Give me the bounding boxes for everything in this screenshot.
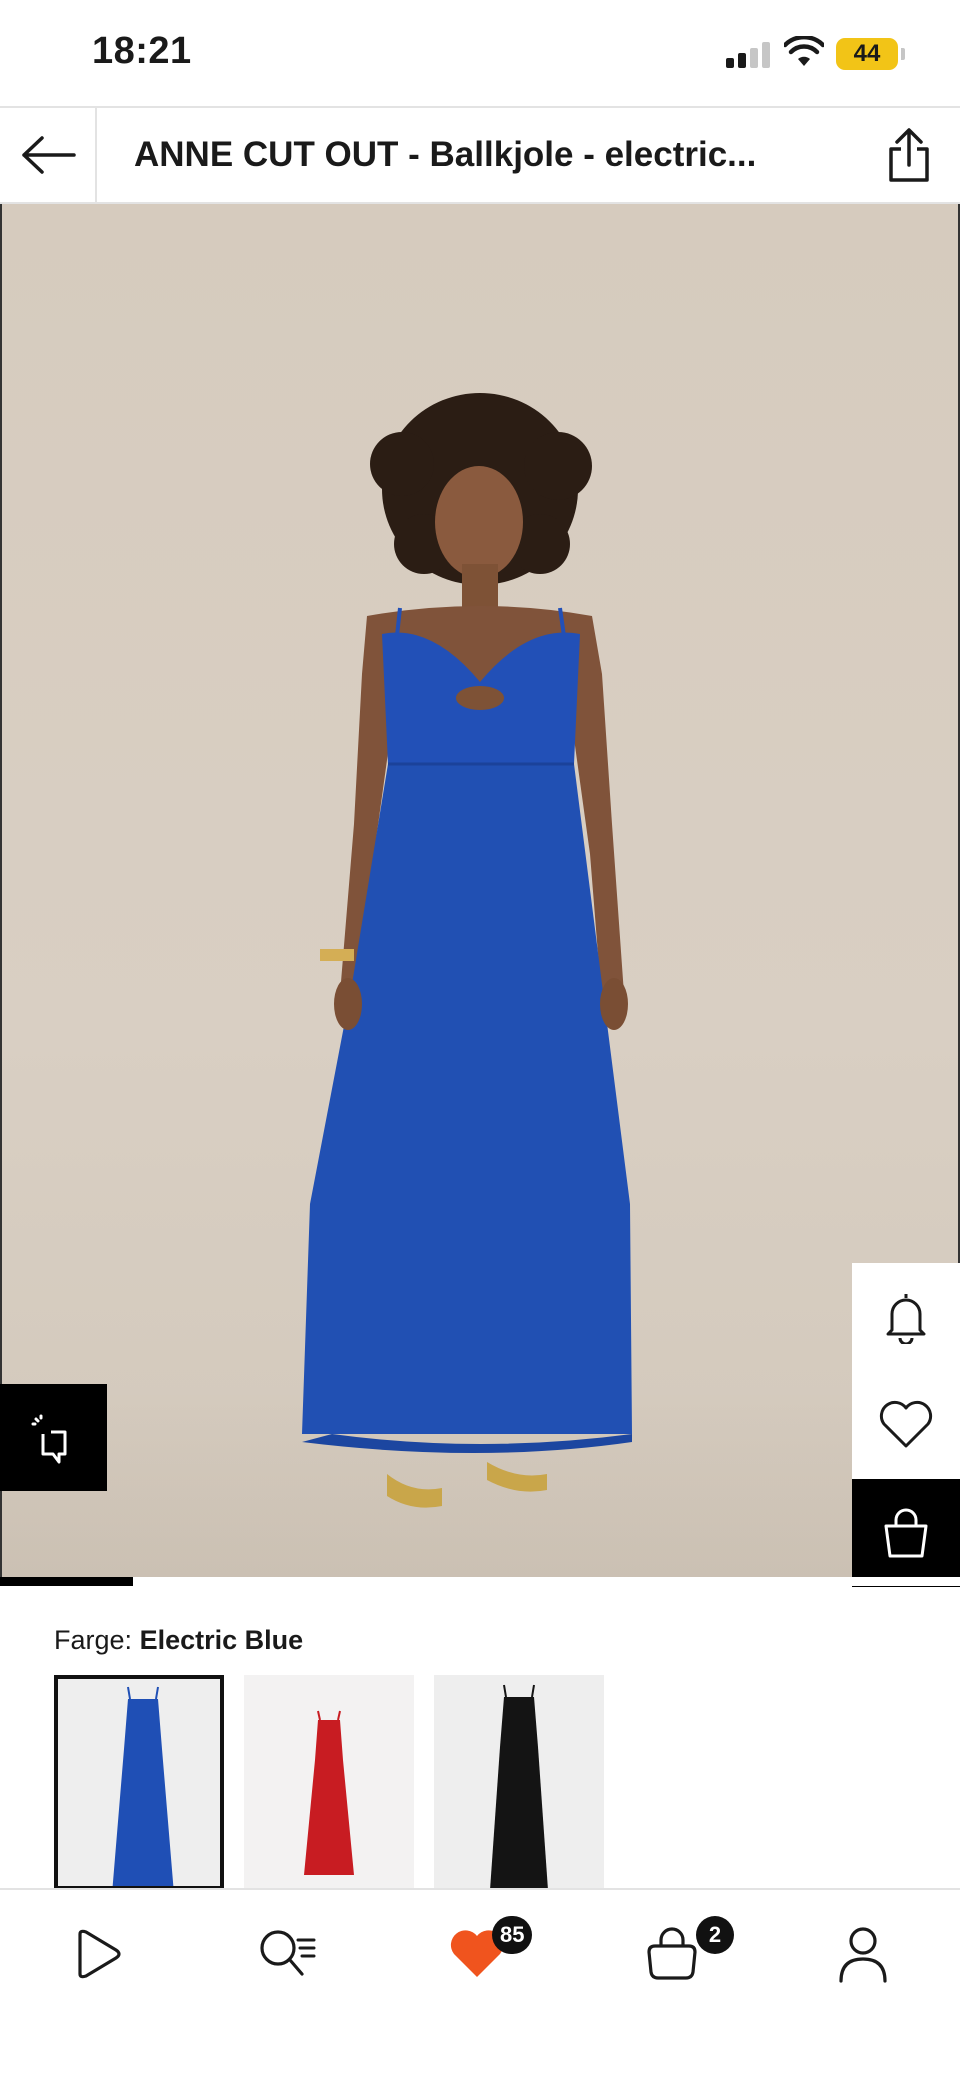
share-button[interactable] bbox=[876, 122, 942, 188]
crop-view-button[interactable] bbox=[0, 1384, 107, 1491]
bag-icon bbox=[647, 1927, 697, 1980]
nav-play[interactable] bbox=[57, 1914, 137, 1994]
progress-fill bbox=[0, 1577, 133, 1586]
color-swatches bbox=[54, 1675, 604, 1890]
image-progress-bar bbox=[0, 1577, 960, 1586]
color-swatch-red[interactable] bbox=[244, 1675, 414, 1890]
page-title: ANNE CUT OUT - Ballkjole - electric... bbox=[134, 135, 757, 174]
heart-icon bbox=[879, 1400, 933, 1448]
wishlist-button[interactable] bbox=[852, 1371, 960, 1479]
shopping-bag-icon bbox=[884, 1508, 928, 1558]
wishlist-badge: 85 bbox=[492, 1916, 533, 1954]
color-label: Farge: Electric Blue bbox=[54, 1625, 303, 1656]
back-button[interactable] bbox=[0, 108, 97, 202]
bottom-nav: 85 2 bbox=[0, 1888, 960, 2077]
profile-icon bbox=[839, 1927, 887, 1983]
selected-color-name: Electric Blue bbox=[139, 1625, 304, 1655]
battery-icon: 44 bbox=[836, 38, 898, 70]
wifi-icon bbox=[784, 36, 824, 66]
bag-badge: 2 bbox=[696, 1916, 734, 1954]
nav-profile[interactable] bbox=[823, 1914, 903, 1994]
arrow-left-icon bbox=[21, 136, 76, 174]
product-header: ANNE CUT OUT - Ballkjole - electric... bbox=[0, 106, 960, 204]
bell-icon bbox=[886, 1294, 926, 1344]
search-list-icon bbox=[260, 1930, 316, 1976]
product-image[interactable] bbox=[0, 204, 960, 1586]
status-bar: 18:21 44 bbox=[0, 0, 960, 106]
battery-cap bbox=[901, 48, 905, 60]
progress-track bbox=[133, 1577, 800, 1586]
notify-button[interactable] bbox=[852, 1263, 960, 1371]
signal-icon bbox=[726, 42, 772, 68]
color-label-prefix: Farge: bbox=[54, 1625, 133, 1655]
add-to-bag-button[interactable] bbox=[852, 1479, 960, 1587]
dress-thumbnail-icon bbox=[490, 1684, 548, 1890]
dress-thumbnail-icon bbox=[244, 1675, 414, 1890]
share-icon bbox=[889, 128, 929, 182]
color-swatch-black[interactable] bbox=[434, 1675, 604, 1890]
play-icon bbox=[78, 1929, 121, 1979]
crop-view-icon bbox=[31, 1414, 66, 1463]
dress-thumbnail-icon bbox=[112, 1686, 174, 1886]
color-swatch-blue[interactable] bbox=[54, 1675, 224, 1890]
nav-search[interactable] bbox=[247, 1914, 327, 1994]
model-figure bbox=[302, 393, 632, 1508]
status-time: 18:21 bbox=[92, 30, 192, 72]
